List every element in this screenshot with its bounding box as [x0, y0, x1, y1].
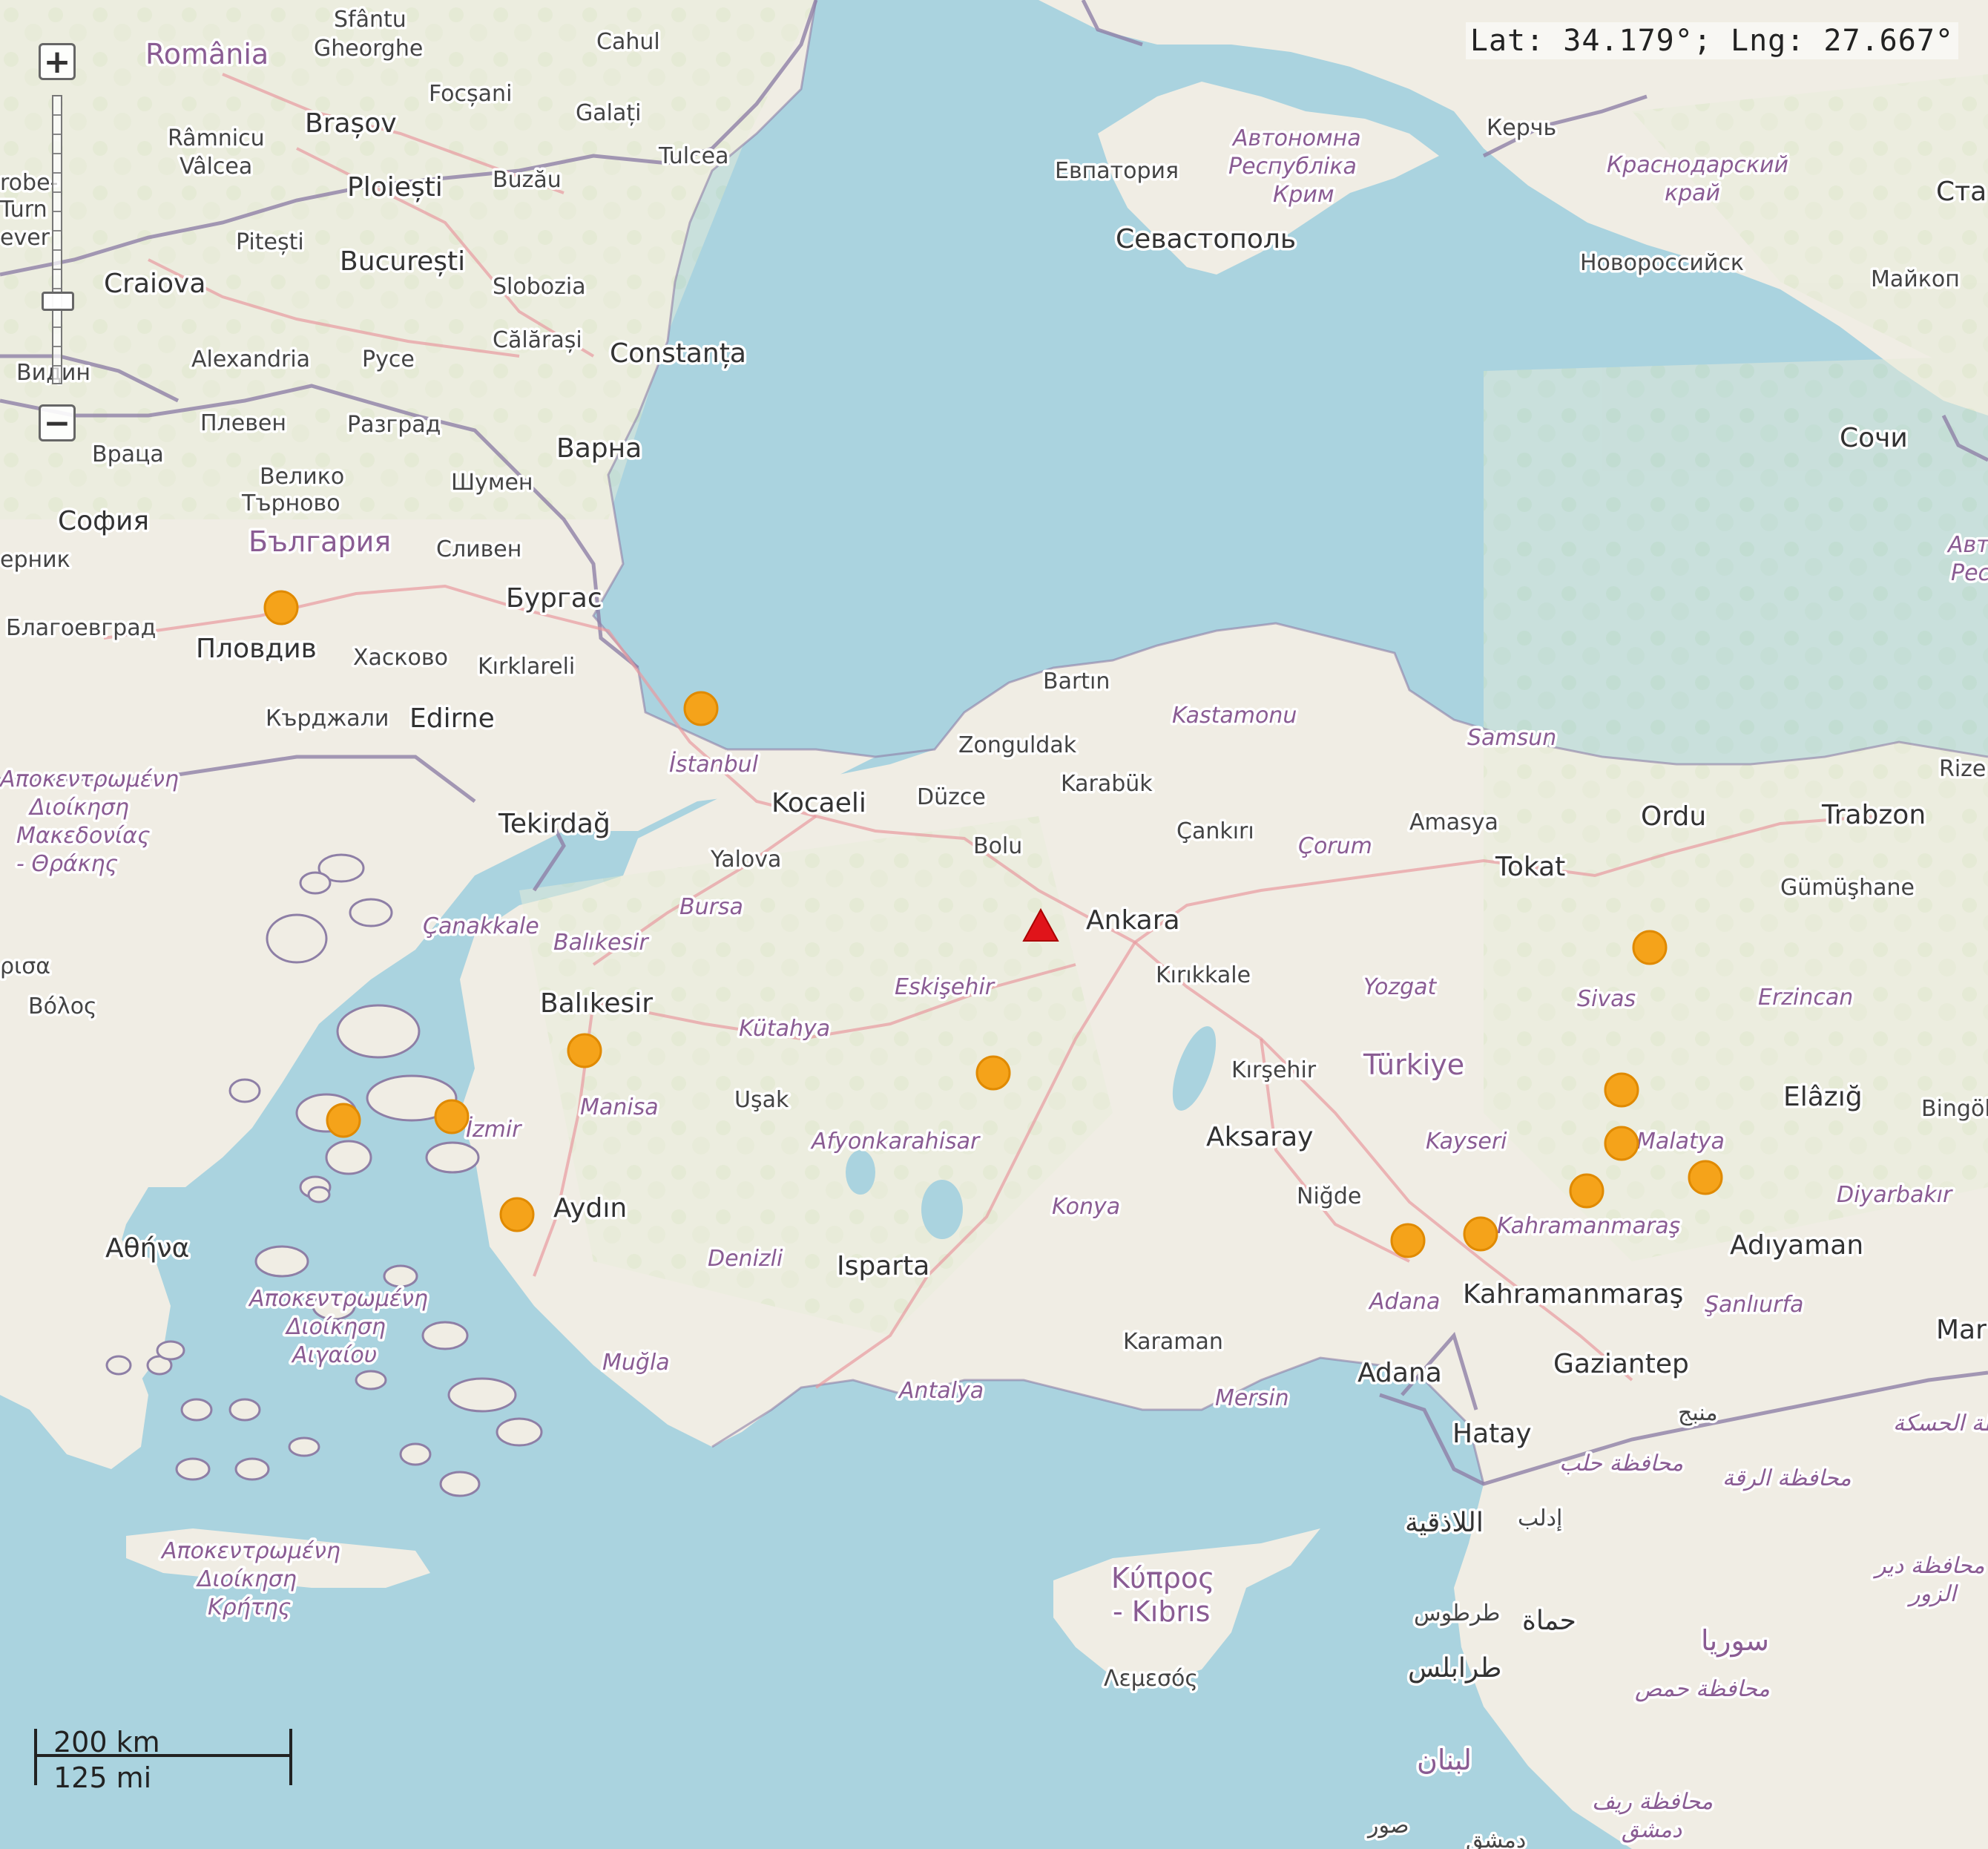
station-marker-triangle[interactable]	[1022, 907, 1059, 942]
earthquake-marker[interactable]	[1604, 1126, 1639, 1161]
earthquake-marker[interactable]	[1569, 1173, 1604, 1209]
zoom-slider-handle[interactable]	[42, 292, 74, 311]
earthquake-marker[interactable]	[326, 1103, 361, 1138]
earthquake-marker[interactable]	[1632, 930, 1668, 965]
earthquake-marker[interactable]	[499, 1197, 535, 1232]
scale-label-mi: 125 mi	[53, 1761, 152, 1794]
zoom-out-button[interactable]: −	[39, 404, 76, 442]
coordinate-readout: Lat: 34.179°; Lng: 27.667°	[1465, 22, 1958, 59]
map[interactable]: România България Türkiye سوريا Κύπρος - …	[0, 0, 1988, 1849]
zoom-in-button[interactable]: +	[39, 43, 76, 81]
scale-bar: 200 km 125 mi	[31, 1726, 298, 1794]
scale-label-km: 200 km	[53, 1726, 160, 1758]
earthquake-marker[interactable]	[1390, 1223, 1426, 1258]
earthquake-marker[interactable]	[683, 691, 719, 726]
earthquake-marker[interactable]	[567, 1033, 602, 1068]
earthquake-marker[interactable]	[1604, 1072, 1639, 1108]
earthquake-marker[interactable]	[434, 1099, 470, 1134]
earthquake-marker[interactable]	[263, 590, 299, 625]
zoom-slider-track[interactable]	[52, 95, 62, 384]
earthquake-marker[interactable]	[1463, 1216, 1498, 1252]
markers-layer	[263, 590, 1723, 1258]
earthquake-marker[interactable]	[975, 1055, 1011, 1091]
earthquake-marker[interactable]	[1688, 1160, 1723, 1195]
zoom-slider-ticks	[53, 96, 61, 383]
